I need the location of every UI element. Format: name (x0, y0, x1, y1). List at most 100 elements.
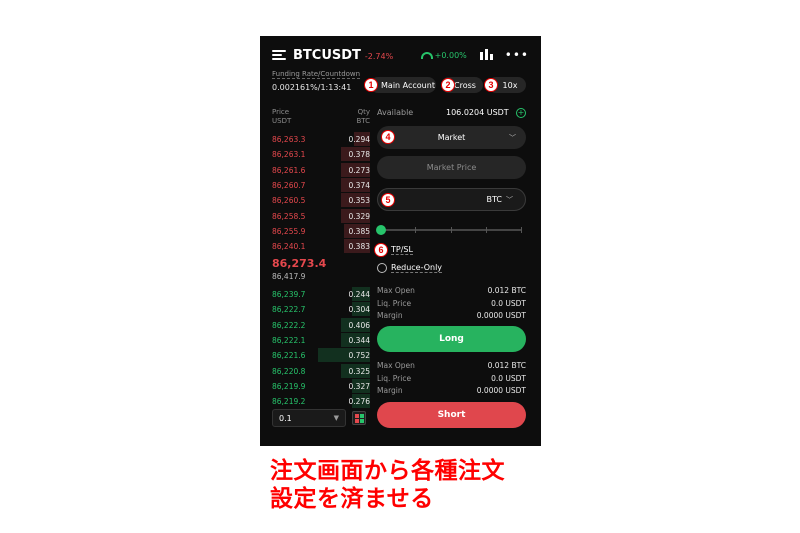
funding-value: 0.002161%/1:13:41 (272, 83, 352, 92)
callout-badge-1: 1 (364, 78, 378, 92)
ask-qty: 0.353 (348, 196, 370, 206)
bid-price: 86,221.6 (272, 351, 306, 361)
ask-price: 86,255.9 (272, 226, 306, 236)
ask-price: 86,260.5 (272, 196, 306, 206)
bid-price: 86,220.8 (272, 366, 306, 376)
account-mode-button[interactable]: Main Account (370, 77, 436, 93)
available-label: Available (377, 108, 414, 117)
caption: 注文画面から各種注文 設定を済ませる (270, 457, 505, 513)
ask-row[interactable]: 86,263.3 0.294 (272, 132, 370, 146)
bid-qty: 0.304 (348, 305, 370, 315)
sentiment-gauge[interactable]: +0.00% (420, 50, 467, 60)
ask-row[interactable]: 86,240.1 0.383 (272, 239, 370, 254)
bid-qty: 0.244 (348, 290, 370, 299)
quantity-slider[interactable] (376, 225, 522, 235)
bid-row[interactable]: 86,222.1 0.344 (272, 332, 370, 347)
quantity-input[interactable]: BTC ﹀ (377, 188, 526, 211)
ask-price: 86,260.7 (272, 180, 306, 190)
ask-price: 86,261.6 (272, 165, 306, 175)
callout-badge-2: 2 (441, 78, 455, 92)
ask-row[interactable]: 86,260.7 0.374 (272, 177, 370, 192)
mark-price: 86,417.9 (272, 272, 306, 281)
long-button[interactable]: Long (377, 326, 526, 352)
slider-handle[interactable] (376, 225, 386, 235)
ask-row[interactable]: 86,260.5 0.353 (272, 193, 370, 208)
menu-icon[interactable] (272, 50, 286, 60)
chevron-down-icon: ▼ (333, 414, 339, 422)
ask-row[interactable]: 86,255.9 0.385 (272, 223, 370, 238)
orderbook-qty-header: Qty BTC (356, 108, 370, 125)
bid-qty: 0.276 (348, 397, 370, 407)
header-bar: BTCUSDT -2.74% +0.00% ••• (272, 46, 529, 64)
bid-row[interactable]: 86,239.7 0.244 (272, 287, 370, 301)
price-step-value: 0.1 (279, 413, 292, 423)
bid-price: 86,222.7 (272, 305, 306, 315)
bid-row[interactable]: 86,219.9 0.327 (272, 378, 370, 393)
bid-row[interactable]: 86,222.2 0.406 (272, 317, 370, 332)
long-max-open: Max Open 0.012 BTC (377, 286, 526, 295)
bid-qty: 0.406 (348, 320, 370, 330)
price-input[interactable]: Market Price (377, 156, 526, 179)
ask-qty: 0.383 (348, 242, 370, 252)
bid-qty: 0.752 (348, 351, 370, 361)
ask-row[interactable]: 86,263.1 0.378 (272, 147, 370, 162)
available-value: 106.0204 USDT (446, 108, 509, 117)
ask-price: 86,263.3 (272, 135, 306, 144)
ask-price: 86,240.1 (272, 242, 306, 252)
chevron-down-icon: ﹀ (509, 133, 516, 142)
bid-price: 86,219.2 (272, 397, 306, 407)
reduce-only-radio[interactable] (377, 263, 387, 273)
orderbook-price-header: Price USDT (272, 108, 292, 125)
ask-qty: 0.378 (348, 150, 370, 160)
ask-qty: 0.374 (348, 180, 370, 190)
gauge-icon (420, 51, 433, 59)
bid-qty: 0.325 (348, 366, 370, 376)
bid-price: 86,219.9 (272, 381, 306, 391)
long-liq-price: Liq. Price 0.0 USDT (377, 299, 526, 308)
reduce-only-label[interactable]: Reduce-Only (391, 263, 443, 273)
ask-qty: 0.294 (348, 135, 370, 144)
ask-price: 86,263.1 (272, 150, 306, 160)
more-icon[interactable]: ••• (505, 49, 529, 61)
callout-badge-5: 5 (381, 193, 395, 207)
bid-qty: 0.344 (348, 335, 370, 345)
tpsl-toggle[interactable]: TP/SL (391, 245, 413, 255)
short-button[interactable]: Short (377, 402, 526, 428)
orderbook-view-icon[interactable] (352, 411, 366, 425)
bid-row[interactable]: 86,221.6 0.752 (272, 348, 370, 363)
ask-price: 86,258.5 (272, 211, 306, 221)
bid-row[interactable]: 86,219.2 0.276 (272, 394, 370, 409)
caption-line-1: 注文画面から各種注文 (270, 458, 505, 484)
ask-row[interactable]: 86,258.5 0.329 (272, 208, 370, 223)
callout-badge-6: 6 (374, 243, 388, 257)
transfer-plus-icon[interactable]: + (516, 108, 526, 118)
bid-row[interactable]: 86,222.7 0.304 (272, 302, 370, 317)
ask-qty: 0.329 (348, 211, 370, 221)
bid-price: 86,222.2 (272, 320, 306, 330)
sentiment-value: +0.00% (434, 50, 467, 60)
short-liq-price: Liq. Price 0.0 USDT (377, 374, 526, 383)
price-step-select[interactable]: 0.1 ▼ (272, 409, 346, 427)
bid-row[interactable]: 86,220.8 0.325 (272, 363, 370, 378)
bid-price: 86,222.1 (272, 335, 306, 345)
trading-screen: BTCUSDT -2.74% +0.00% ••• Funding Rate/C… (260, 36, 541, 446)
last-price: 86,273.4 (272, 257, 327, 270)
order-type-value: Market (437, 133, 466, 142)
ask-qty: 0.273 (348, 165, 370, 175)
order-type-select[interactable]: Market ﹀ (377, 126, 526, 149)
pair-title[interactable]: BTCUSDT (293, 48, 361, 63)
short-margin: Margin 0.0000 USDT (377, 386, 526, 395)
callout-badge-3: 3 (484, 78, 498, 92)
candlestick-icon[interactable] (479, 49, 493, 61)
ask-qty: 0.385 (348, 226, 370, 236)
long-margin: Margin 0.0000 USDT (377, 311, 526, 320)
quantity-unit[interactable]: BTC (487, 195, 503, 204)
price-change: -2.74% (364, 52, 394, 61)
bid-price: 86,239.7 (272, 290, 306, 299)
short-max-open: Max Open 0.012 BTC (377, 361, 526, 370)
ask-row[interactable]: 86,261.6 0.273 (272, 162, 370, 177)
bid-qty: 0.327 (348, 381, 370, 391)
caption-line-2: 設定を済ませる (270, 486, 434, 512)
chevron-down-icon: ﹀ (506, 195, 513, 204)
funding-label[interactable]: Funding Rate/Countdown (272, 70, 361, 79)
